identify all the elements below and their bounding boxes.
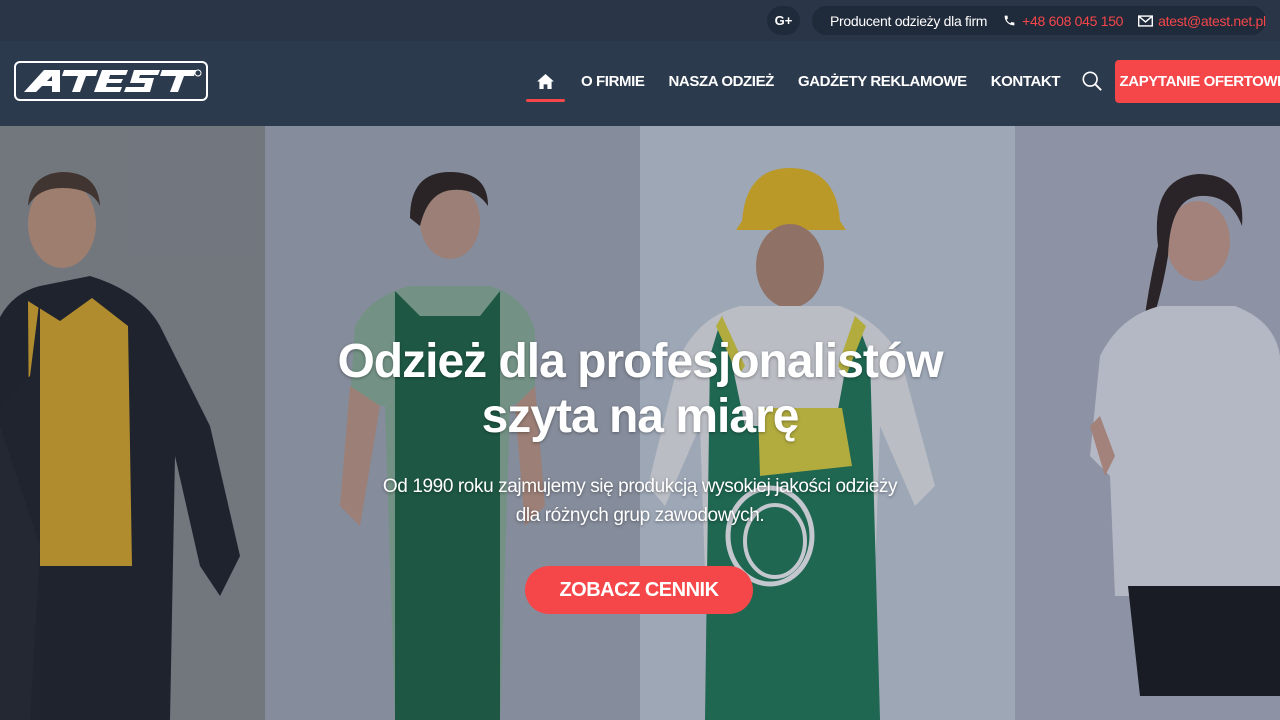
quote-request-button[interactable]: ZAPYTANIE OFERTOWE: [1115, 59, 1280, 103]
nav-item-kontakt[interactable]: KONTAKT: [991, 73, 1061, 90]
google-plus-icon[interactable]: G+: [767, 6, 800, 35]
main-menu: O FIRMIE NASZA ODZIEŻ GADŻETY REKLAMOWE …: [526, 59, 1280, 103]
nav-item-nasza-odziez[interactable]: NASZA ODZIEŻ: [668, 73, 774, 90]
hero-subtitle: Od 1990 roku zajmujemy się produkcją wys…: [382, 476, 898, 526]
logo[interactable]: [14, 61, 208, 101]
search-icon[interactable]: [1080, 69, 1104, 93]
home-link[interactable]: [526, 61, 565, 102]
see-pricelist-button[interactable]: ZOBACZ CENNIK: [525, 566, 753, 614]
top-bar: G+ Producent odzieży dla firm +48 608 04…: [0, 0, 1280, 41]
tagline: Producent odzieży dla firm: [830, 12, 988, 29]
main-navbar: O FIRMIE NASZA ODZIEŻ GADŻETY REKLAMOWE …: [0, 41, 1280, 126]
nav-item-o-firmie[interactable]: O FIRMIE: [581, 73, 645, 90]
phone-link[interactable]: +48 608 045 150: [1022, 13, 1123, 29]
hero-title: Odzież dla profesjonalistów szyta na mia…: [337, 335, 943, 443]
home-icon: [537, 73, 554, 89]
email-link[interactable]: atest@atest.net.pl: [1158, 13, 1266, 29]
envelope-icon: [1137, 13, 1153, 29]
contact-info: Producent odzieży dla firm +48 608 045 1…: [812, 6, 1266, 35]
logo-wordmark: [24, 69, 202, 92]
nav-item-gadzety-reklamowe[interactable]: GADŻETY REKLAMOWE: [798, 73, 967, 90]
hero-section: Odzież dla profesjonalistów szyta na mia…: [0, 126, 1280, 720]
phone-icon: [1001, 13, 1017, 29]
